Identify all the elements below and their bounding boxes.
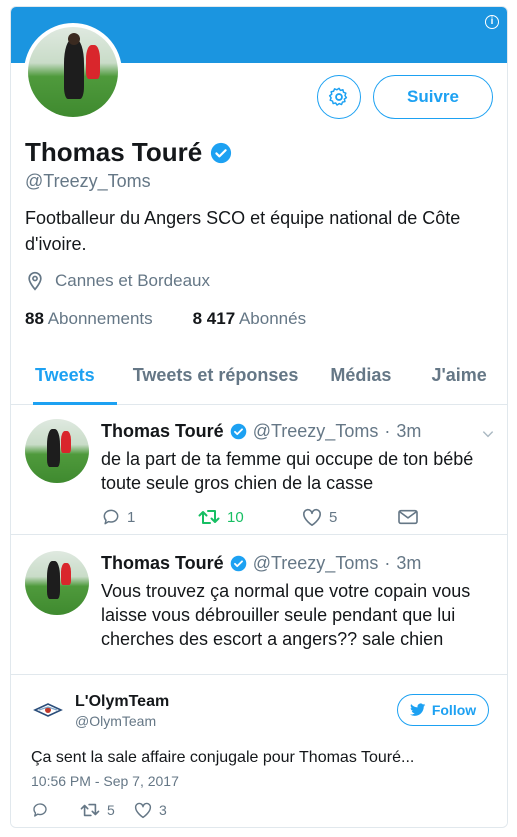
- embed-tweet-text: Ça sent la sale affaire conjugale pour T…: [31, 749, 415, 766]
- profile-location: Cannes et Bordeaux: [25, 271, 210, 291]
- heart-icon: [303, 508, 321, 526]
- location-text: Cannes et Bordeaux: [55, 271, 210, 290]
- verified-badge-icon: [230, 555, 246, 572]
- embed-like-button[interactable]: 3: [133, 801, 167, 819]
- tweet-author-name[interactable]: Thomas Touré: [101, 421, 224, 442]
- profile-name-row: Thomas Touré: [25, 137, 232, 168]
- retweet-button[interactable]: 10: [197, 507, 301, 527]
- tweet-item[interactable]: Thomas Touré @Treezy_Toms · 3m de la par…: [11, 405, 507, 535]
- profile-avatar[interactable]: [24, 23, 122, 121]
- embed-timestamp[interactable]: 10:56 PM - Sep 7, 2017: [31, 773, 179, 789]
- tweet-text: Vous trouvez ça normal que votre copain …: [101, 581, 471, 649]
- profile-name: Thomas Touré: [25, 137, 203, 167]
- reply-button[interactable]: 1: [101, 507, 197, 527]
- tweet-text: de la part de ta femme qui occupe de ton…: [101, 449, 474, 493]
- reply-icon: [103, 509, 119, 525]
- retweet-count: 10: [227, 508, 244, 526]
- tweet-separator: ·: [384, 553, 391, 573]
- retweet-icon: [80, 803, 100, 817]
- following-count: 88: [25, 309, 44, 328]
- tweet-author-handle[interactable]: @Treezy_Toms: [253, 553, 379, 574]
- following-label: Abonnements: [47, 309, 153, 328]
- embed-follow-button[interactable]: Follow: [397, 694, 489, 726]
- location-pin-icon: [28, 271, 42, 291]
- olymteam-logo-icon: [33, 703, 63, 717]
- tweet-item[interactable]: Thomas Touré @Treezy_Toms · 3m Vous trou…: [11, 535, 507, 675]
- embed-reply-button[interactable]: [31, 801, 79, 819]
- embedded-tweet[interactable]: L'OlymTeam @OlymTeam Follow Ça sent la s…: [11, 675, 507, 827]
- retweet-icon: [198, 510, 220, 524]
- embed-follow-label: Follow: [431, 702, 477, 718]
- twitter-bird-icon: [409, 703, 426, 716]
- profile-handle[interactable]: @Treezy_Toms: [25, 171, 151, 192]
- embed-author-name[interactable]: L'OlymTeam: [75, 693, 169, 711]
- tweet-author-handle[interactable]: @Treezy_Toms: [253, 421, 379, 442]
- followers-count: 8 417: [192, 309, 236, 328]
- tab-tweets-replies[interactable]: Tweets et réponses: [133, 355, 299, 405]
- heart-icon: [134, 802, 152, 819]
- verified-badge-icon: [230, 423, 246, 440]
- embed-author-handle[interactable]: @OlymTeam: [75, 713, 156, 729]
- tab-likes[interactable]: J'aime: [431, 355, 486, 405]
- tweet-header: Thomas Touré @Treezy_Toms · 3m: [101, 421, 421, 442]
- tweet-avatar[interactable]: [25, 551, 89, 615]
- tab-media[interactable]: Médias: [330, 355, 391, 405]
- follow-button[interactable]: Suivre: [373, 75, 493, 119]
- tweet-header: Thomas Touré @Treezy_Toms · 3m: [101, 553, 421, 574]
- chevron-down-icon[interactable]: [481, 427, 495, 441]
- tweet-separator: ·: [384, 421, 391, 441]
- info-icon[interactable]: i: [485, 15, 499, 29]
- verified-badge-icon: [211, 142, 232, 163]
- followers-stat[interactable]: 8 417 Abonnés: [193, 309, 306, 329]
- tweet-actions: 1 10 5: [101, 507, 419, 527]
- direct-message-button[interactable]: [397, 508, 419, 526]
- gear-icon: [328, 87, 348, 106]
- tab-tweets[interactable]: Tweets: [33, 355, 117, 405]
- followers-label: Abonnés: [238, 309, 307, 328]
- embed-retweet-button[interactable]: 5: [79, 801, 133, 819]
- tweet-time[interactable]: 3m: [396, 553, 421, 574]
- envelope-icon: [398, 509, 418, 525]
- tweet-time[interactable]: 3m: [396, 421, 421, 442]
- embed-actions: 5 3: [31, 801, 167, 819]
- tweet-author-name[interactable]: Thomas Touré: [101, 553, 224, 574]
- tweet-avatar[interactable]: [25, 419, 89, 483]
- reply-count: 1: [127, 508, 136, 526]
- profile-bio: Footballeur du Angers SCO et équipe nati…: [25, 208, 461, 254]
- following-stat[interactable]: 88 Abonnements: [25, 309, 153, 329]
- twitter-profile-card: i Suivre Thomas Touré @Treezy_Toms Footb…: [10, 6, 508, 828]
- like-count: 5: [329, 508, 338, 526]
- embed-like-count: 3: [159, 802, 167, 818]
- like-button[interactable]: 5: [301, 507, 397, 527]
- embed-retweet-count: 5: [107, 802, 115, 818]
- settings-button[interactable]: [317, 75, 361, 119]
- reply-icon: [33, 803, 47, 817]
- profile-stats: 88 Abonnements 8 417 Abonnés: [25, 309, 306, 329]
- profile-tabs: Tweets Tweets et réponses Médias J'aime: [11, 355, 507, 405]
